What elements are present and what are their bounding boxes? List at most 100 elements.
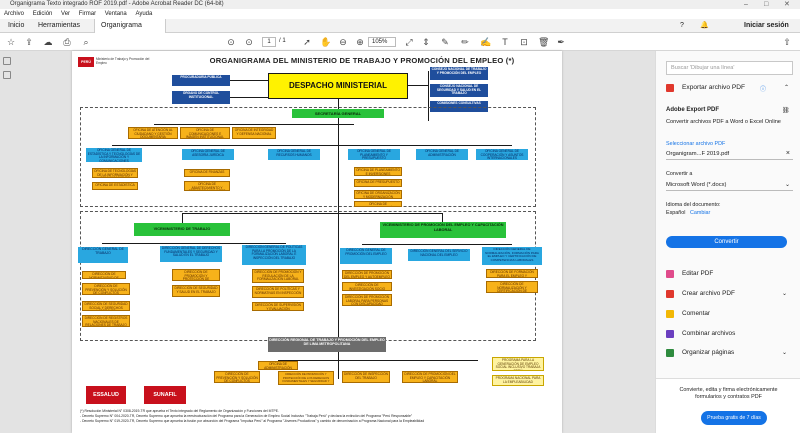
tab-document[interactable]: Organigrama Texto... ×: [94, 19, 166, 43]
org-v1-sub-2: DIRECCIÓN DE PREVENCIÓN Y SOLUCIÓN DE CO…: [82, 283, 130, 295]
signature-icon[interactable]: ✒: [556, 37, 566, 47]
organize-pages-icon: [666, 349, 674, 357]
tool-comment[interactable]: Comentar: [682, 310, 710, 317]
org-v1-sub-9: DIRECCIÓN DE SUPERVISIÓN Y EVALUACIÓN: [252, 302, 304, 311]
org-v1-sub-6: DIRECCIÓN DE SEGURIDAD Y SALUD EN EL TRA…: [172, 285, 220, 297]
stamp-icon[interactable]: ⊡: [519, 37, 529, 47]
org-reg-sub-1: OFICINA DE ADMINISTRACIÓN: [258, 361, 298, 370]
org-v2-sub-5: DIRECCIÓN DE NORMALIZACIÓN Y CERTIFICACI…: [486, 281, 538, 293]
page-number-input[interactable]: 1: [262, 37, 276, 47]
org-v1-sub-3: DIRECCIÓN DE SEGURIDAD SOCIAL Y DERECHOS…: [82, 301, 130, 311]
org-dg-trabajo: DIRECCIÓN GENERAL DE TRABAJO: [78, 247, 128, 263]
remove-file-icon[interactable]: ×: [786, 148, 790, 160]
fit-page-icon[interactable]: ⤢: [404, 37, 414, 47]
scroll-mode-icon[interactable]: ⇕: [421, 37, 431, 47]
org-og-rrhh: OFICINA GENERAL DE RECURSOS HUMANOS: [268, 149, 320, 160]
menu-ver[interactable]: Ver: [61, 11, 70, 17]
page-up-icon[interactable]: ⊙: [226, 37, 236, 47]
bell-icon[interactable]: 🔔: [700, 19, 709, 33]
select-cursor-icon[interactable]: ➚: [302, 37, 312, 47]
edit-pdf-icon: [666, 270, 674, 278]
free-trial-button[interactable]: Prueba gratis de 7 días: [701, 411, 767, 425]
expand-icon[interactable]: ⌄: [782, 349, 787, 356]
export-title[interactable]: Exportar archivo PDF: [682, 84, 745, 91]
upload-icon[interactable]: ⇪: [24, 37, 34, 47]
convert-to-label: Convertir a: [666, 171, 693, 177]
org-sub-estadistica: OFICINA DE ESTADÍSTICA: [92, 182, 138, 190]
cloud-icon[interactable]: ☁: [43, 37, 53, 47]
select-file-label: Seleccionar archivo PDF: [666, 141, 726, 147]
sign-in-link[interactable]: Iniciar sesión: [744, 19, 789, 33]
org-sunafil: SUNAFIL: [144, 386, 186, 404]
text-icon[interactable]: T: [500, 37, 510, 47]
help-icon[interactable]: ?: [680, 19, 684, 33]
org-v1-sub-1: DIRECCIÓN DE NORMATIVIDAD DE TRABAJO: [82, 271, 126, 279]
org-dg-servicio: DIRECCIÓN GENERAL DEL SERVICIO NACIONAL …: [408, 249, 470, 261]
org-dg-normalizacion: DIRECCIÓN GENERAL DE NORMALIZACIÓN, FORM…: [482, 247, 542, 265]
org-og-cooperacion: OFICINA GENERAL DE COOPERACIÓN Y ASUNTOS…: [476, 149, 528, 160]
panel-search-input[interactable]: Buscar 'Dibujar una línea': [666, 61, 793, 75]
org-sub-finanzas: OFICINA DE FINANZAS: [184, 169, 230, 177]
menu-ayuda[interactable]: Ayuda: [135, 11, 152, 17]
menu-edicion[interactable]: Edición: [33, 11, 53, 17]
tool-organize[interactable]: Organizar páginas: [682, 349, 734, 356]
delete-icon[interactable]: 🗑: [538, 37, 549, 47]
tab-home[interactable]: Inicio: [2, 19, 30, 33]
close-window-icon[interactable]: ✕: [784, 0, 790, 9]
page-down-icon[interactable]: ⊙: [244, 37, 254, 47]
selected-file[interactable]: Organigram...F 2019.pdf ×: [666, 148, 793, 160]
bookmarks-icon[interactable]: [3, 71, 11, 79]
format-select[interactable]: Microsoft Word (*.docx) ⌄: [666, 179, 793, 191]
link-icon[interactable]: ⛓: [782, 107, 790, 114]
org-v2-sub-3: DIRECCIÓN DE PROMOCIÓN LABORAL PARA PERS…: [342, 294, 392, 306]
zoom-select[interactable]: 105%: [368, 37, 396, 47]
menu-firmar[interactable]: Firmar: [79, 11, 96, 17]
share-icon[interactable]: ⇧: [782, 37, 792, 47]
tab-tools[interactable]: Herramientas: [32, 19, 86, 33]
minimize-icon[interactable]: –: [744, 0, 748, 9]
search-icon[interactable]: ⌕: [81, 37, 91, 47]
org-v2-sub-2: DIRECCIÓN DE INVESTIGACIÓN SOCIO ECONÓMI…: [342, 282, 392, 291]
tool-create-pdf[interactable]: Crear archivo PDF: [682, 290, 735, 297]
highlight-icon[interactable]: ✏: [460, 37, 470, 47]
bookmark-add-icon[interactable]: ☆: [6, 37, 16, 47]
expand-icon[interactable]: ⌄: [782, 290, 787, 297]
chevron-down-icon: ⌄: [784, 182, 790, 188]
org-og-planeamiento: OFICINA GENERAL DE PLANEAMIENTO Y PRESUP…: [348, 149, 400, 160]
org-v1-sub-5: DIRECCIÓN DE PROMOCIÓN Y PROTECCIÓN DE D…: [172, 269, 220, 281]
org-reg-sub-3: DIRECCIÓN DE PROMOCIÓN Y PROTECCIÓN DE L…: [278, 371, 334, 385]
change-language-link[interactable]: Cambiar: [690, 210, 710, 216]
menu-archivo[interactable]: Archivo: [4, 11, 24, 17]
zoom-out-icon[interactable]: ⊖: [338, 37, 348, 47]
org-dg-promocion: DIRECCIÓN GENERAL DE PROMOCIÓN DEL EMPLE…: [340, 248, 392, 264]
comment-icon[interactable]: ✎: [440, 37, 450, 47]
menu-ventana[interactable]: Ventana: [105, 11, 127, 17]
thumbnails-icon[interactable]: [3, 57, 11, 65]
document-viewer[interactable]: PERÚ Ministerio de Trabajo y Promoción d…: [0, 51, 655, 433]
org-consejo-trabajo: CONSEJO NACIONAL DE TRABAJO Y PROMOCIÓN …: [430, 67, 488, 80]
convert-button[interactable]: Convertir: [666, 236, 787, 248]
create-pdf-icon: [666, 290, 674, 298]
hand-tool-icon[interactable]: ✋: [320, 37, 331, 47]
org-consejo-seguridad: CONSEJO NACIONAL DE SEGURIDAD Y SALUD EN…: [430, 84, 488, 97]
info-icon[interactable]: ⓘ: [760, 84, 766, 93]
org-program-trabaja: PROGRAMA PARA LA GENERACIÓN DE EMPLEO SO…: [492, 357, 544, 371]
maximize-icon[interactable]: □: [764, 0, 768, 9]
draw-icon[interactable]: ✍: [480, 37, 491, 47]
tool-edit-pdf[interactable]: Editar PDF: [682, 270, 713, 277]
print-icon[interactable]: ⎙: [62, 37, 72, 47]
ministry-brand: Ministerio de Trabajo y Promoción del Em…: [96, 57, 150, 65]
org-sub-abastecimiento: OFICINA DE ABASTECIMIENTO Y SERVICIOS AU…: [184, 181, 230, 191]
promo-text: Convierte, edita y firma electrónicament…: [679, 387, 778, 400]
org-regional: DIRECCIÓN REGIONAL DE TRABAJO Y PROMOCIÓ…: [268, 337, 386, 352]
window-title: Organigrama Texto integrado ROF 2019.pdf…: [10, 1, 224, 7]
tool-combine[interactable]: Combinar archivos: [682, 330, 735, 337]
collapse-icon[interactable]: ⌃: [784, 84, 789, 91]
org-procuraduria: PROCURADURÍA PÚBLICA: [172, 75, 230, 86]
main-toolbar: ☆ ⇪ ☁ ⎙ ⌕ ⊙ ⊙ 1 / 1 ➚ ✋ ⊖ ⊕ 105% ⤢ ⇕ ✎ ✏…: [0, 33, 800, 51]
org-reg-sub-5: DIRECCIÓN DE PROMOCIÓN DEL EMPLEO Y CAPA…: [402, 371, 458, 383]
zoom-in-icon[interactable]: ⊕: [355, 37, 365, 47]
selected-file-name: Organigram...F 2019.pdf: [666, 151, 730, 157]
peru-logo: PERÚ: [78, 57, 94, 67]
org-control: ÓRGANO DE CONTROL INSTITUCIONAL: [172, 91, 230, 104]
